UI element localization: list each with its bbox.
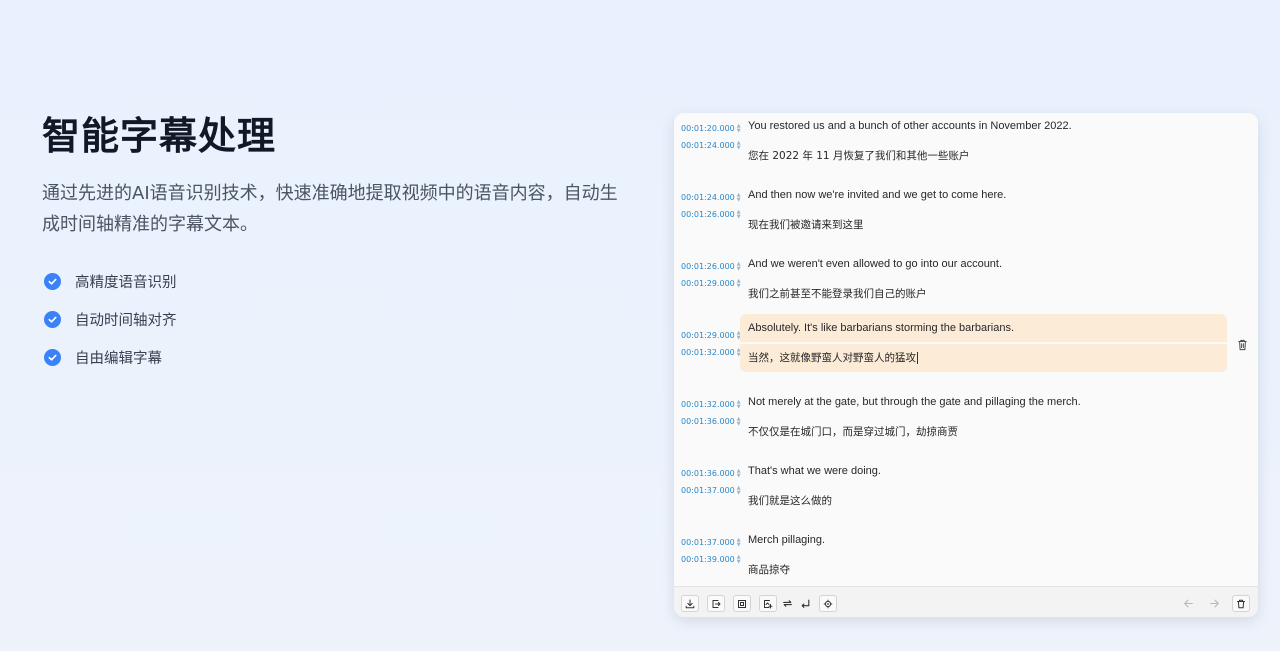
delete-row-trash-icon[interactable]	[1237, 336, 1249, 351]
hero-description: 通过先进的AI语音识别技术，快速准确地提取视频中的语音内容，自动生成时间轴精准的…	[42, 183, 618, 235]
start-time[interactable]: 00:01:24.000 ▲ ▼	[681, 189, 741, 206]
end-time-value: 00:01:39.000	[681, 555, 735, 564]
end-time[interactable]: 00:01:24.000 ▲ ▼	[681, 137, 741, 154]
subtitle-english[interactable]: Not merely at the gate, but through the …	[748, 396, 1081, 408]
line-break-icon[interactable]	[796, 595, 814, 612]
end-time-value: 00:01:37.000	[681, 486, 735, 495]
feature-label: 自由编辑字幕	[75, 350, 162, 367]
start-time-value: 00:01:37.000	[681, 538, 735, 547]
subtitle-chinese-text: 当然，这就像野蛮人对野蛮人的猛攻	[748, 352, 916, 364]
subtitle-row[interactable]: 00:01:37.000 ▲ ▼ 00:01:39.000 ▲ ▼ Merch pill…	[674, 527, 1258, 586]
check-circle-icon	[44, 272, 61, 290]
time-range: 00:01:36.000 ▲ ▼ 00:01:37.000 ▲ ▼	[681, 465, 741, 499]
feature-list: 高精度语音识别 自动时间轴对齐 自由编辑字幕	[42, 262, 632, 376]
subtitle-chinese[interactable]: 商品掠夺	[748, 562, 790, 577]
trash-icon[interactable]	[1232, 595, 1250, 612]
end-time[interactable]: 00:01:26.000 ▲ ▼	[681, 206, 741, 223]
feature-item: 自由编辑字幕	[42, 338, 632, 376]
time-range: 00:01:26.000 ▲ ▼ 00:01:29.000 ▲ ▼	[681, 258, 741, 292]
text-caret	[917, 352, 918, 364]
time-range: 00:01:32.000 ▲ ▼ 00:01:36.000 ▲ ▼	[681, 396, 741, 430]
end-time[interactable]: 00:01:39.000 ▲ ▼	[681, 551, 741, 568]
start-time[interactable]: 00:01:32.000 ▲ ▼	[681, 396, 741, 413]
start-time-value: 00:01:20.000	[681, 124, 735, 133]
subtitle-list[interactable]: 00:01:20.000 ▲ ▼ 00:01:24.000 ▲ ▼ You restor…	[674, 113, 1258, 586]
end-time-value: 00:01:24.000	[681, 141, 735, 150]
subtitle-text-box[interactable]: That's what we were doing. 我们就是这么做的	[740, 458, 1227, 516]
start-time[interactable]: 00:01:29.000 ▲ ▼	[681, 327, 741, 344]
subtitle-english[interactable]: And then now we're invited and we get to…	[748, 189, 1006, 201]
time-range: 00:01:24.000 ▲ ▼ 00:01:26.000 ▲ ▼	[681, 189, 741, 223]
end-time[interactable]: 00:01:36.000 ▲ ▼	[681, 413, 741, 430]
start-time[interactable]: 00:01:36.000 ▲ ▼	[681, 465, 741, 482]
subtitle-english[interactable]: You restored us and a bunch of other acc…	[748, 120, 1072, 132]
start-time[interactable]: 00:01:37.000 ▲ ▼	[681, 534, 741, 551]
arrow-right-icon[interactable]	[1205, 595, 1223, 612]
subtitle-row[interactable]: 00:01:20.000 ▲ ▼ 00:01:24.000 ▲ ▼ You restor…	[674, 113, 1258, 173]
subtitle-text-box[interactable]: And we weren't even allowed to go into o…	[740, 251, 1227, 309]
subtitle-chinese[interactable]: 我们之前甚至不能登录我们自己的账户	[748, 286, 927, 301]
start-time[interactable]: 00:01:20.000 ▲ ▼	[681, 120, 741, 137]
hero-title: 智能字幕处理	[42, 114, 277, 158]
check-circle-icon	[44, 348, 61, 366]
subtitle-english[interactable]: That's what we were doing.	[748, 465, 881, 477]
import-icon[interactable]	[707, 595, 725, 612]
feature-item: 自动时间轴对齐	[42, 300, 632, 338]
start-time-value: 00:01:24.000	[681, 193, 735, 202]
end-time[interactable]: 00:01:32.000 ▲ ▼	[681, 344, 741, 361]
hero-section: 智能字幕处理 通过先进的AI语音识别技术，快速准确地提取视频中的语音内容，自动生…	[42, 112, 632, 376]
end-time[interactable]: 00:01:37.000 ▲ ▼	[681, 482, 741, 499]
subtitle-text-box[interactable]: Not merely at the gate, but through the …	[740, 389, 1227, 447]
subtitle-english[interactable]: And we weren't even allowed to go into o…	[748, 258, 1002, 270]
locate-icon[interactable]	[819, 595, 837, 612]
start-time-value: 00:01:36.000	[681, 469, 735, 478]
subtitle-row[interactable]: 00:01:24.000 ▲ ▼ 00:01:26.000 ▲ ▼ And then n…	[674, 182, 1258, 242]
subtitle-chinese[interactable]: 不仅仅是在城门口，而是穿过城门，劫掠商贾	[748, 424, 958, 439]
subtitle-chinese[interactable]: 现在我们被邀请来到这里	[748, 217, 864, 232]
end-time-value: 00:01:29.000	[681, 279, 735, 288]
arrow-left-icon[interactable]	[1179, 595, 1197, 612]
subtitle-english[interactable]: Merch pillaging.	[748, 534, 825, 546]
end-time-value: 00:01:26.000	[681, 210, 735, 219]
subtitle-text-box[interactable]: Merch pillaging. 商品掠夺	[740, 527, 1227, 585]
subtitle-chinese[interactable]: 您在 2022 年 11 月恢复了我们和其他一些账户	[748, 148, 969, 163]
time-range: 00:01:20.000 ▲ ▼ 00:01:24.000 ▲ ▼	[681, 120, 741, 154]
subtitle-text-box[interactable]: And then now we're invited and we get to…	[740, 182, 1227, 240]
subtitle-english[interactable]: Absolutely. It's like barbarians stormin…	[748, 322, 1014, 334]
feature-label: 高精度语音识别	[75, 274, 177, 291]
swap-icon[interactable]	[778, 595, 796, 612]
export-image-icon[interactable]	[759, 595, 777, 612]
feature-label: 自动时间轴对齐	[75, 312, 177, 329]
check-circle-icon	[44, 310, 61, 328]
time-range: 00:01:37.000 ▲ ▼ 00:01:39.000 ▲ ▼	[681, 534, 741, 568]
start-time-value: 00:01:29.000	[681, 331, 735, 340]
frame-icon[interactable]	[733, 595, 751, 612]
end-time-value: 00:01:36.000	[681, 417, 735, 426]
editor-toolbar	[674, 586, 1258, 617]
subtitle-row[interactable]: 00:01:36.000 ▲ ▼ 00:01:37.000 ▲ ▼ That's wha…	[674, 458, 1258, 518]
download-icon[interactable]	[681, 595, 699, 612]
subtitle-chinese[interactable]: 我们就是这么做的	[748, 493, 832, 508]
subtitle-text-box[interactable]: Absolutely. It's like barbarians stormin…	[740, 314, 1227, 372]
feature-item: 高精度语音识别	[42, 262, 632, 300]
subtitle-row-active[interactable]: 00:01:29.000 ▲ ▼ 00:01:32.000 ▲ ▼ Absolutely…	[674, 314, 1258, 374]
subtitle-chinese[interactable]: 当然，这就像野蛮人对野蛮人的猛攻	[748, 350, 918, 365]
start-time-value: 00:01:26.000	[681, 262, 735, 271]
time-range: 00:01:29.000 ▲ ▼ 00:01:32.000 ▲ ▼	[681, 327, 741, 361]
subtitle-editor: 00:01:20.000 ▲ ▼ 00:01:24.000 ▲ ▼ You restor…	[674, 113, 1258, 617]
end-time[interactable]: 00:01:29.000 ▲ ▼	[681, 275, 741, 292]
start-time[interactable]: 00:01:26.000 ▲ ▼	[681, 258, 741, 275]
subtitle-row[interactable]: 00:01:32.000 ▲ ▼ 00:01:36.000 ▲ ▼ Not merely…	[674, 389, 1258, 449]
subtitle-text-box[interactable]: You restored us and a bunch of other acc…	[740, 113, 1227, 171]
start-time-value: 00:01:32.000	[681, 400, 735, 409]
subtitle-row[interactable]: 00:01:26.000 ▲ ▼ 00:01:29.000 ▲ ▼ And we wer…	[674, 251, 1258, 311]
end-time-value: 00:01:32.000	[681, 348, 735, 357]
